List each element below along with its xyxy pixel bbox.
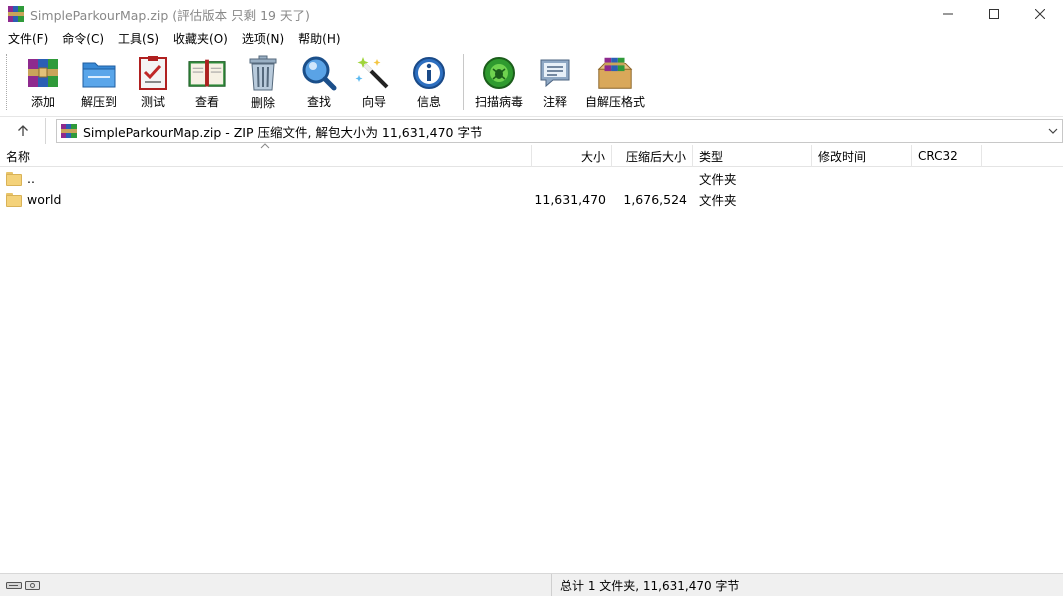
- column-header-type[interactable]: 类型: [693, 145, 812, 167]
- menu-commands[interactable]: 命令(C): [58, 30, 108, 47]
- item-name: world: [27, 192, 62, 207]
- address-bar-row: SimpleParkourMap.zip - ZIP 压缩文件, 解包大小为 1…: [0, 116, 1063, 144]
- menu-bar: 文件(F) 命令(C) 工具(S) 收藏夹(O) 选项(N) 帮助(H): [0, 28, 1063, 48]
- status-summary: 总计 1 文件夹, 11,631,470 字节: [560, 578, 740, 593]
- test-icon: [133, 54, 173, 91]
- virus-scan-button[interactable]: 扫描病毒: [470, 48, 528, 110]
- add-archive-icon: [23, 54, 63, 91]
- view-button[interactable]: 查看: [179, 48, 235, 110]
- item-packed-size: 1,676,524: [623, 192, 687, 207]
- column-header-modified[interactable]: 修改时间: [812, 145, 912, 167]
- minimize-icon: [943, 13, 953, 15]
- sort-ascending-icon: [260, 143, 270, 149]
- view-icon: [187, 54, 227, 91]
- zip-archive-icon: [61, 123, 77, 139]
- address-path: SimpleParkourMap.zip - ZIP 压缩文件, 解包大小为 1…: [83, 124, 483, 140]
- column-header-size[interactable]: 大小: [532, 145, 612, 167]
- address-field[interactable]: SimpleParkourMap.zip - ZIP 压缩文件, 解包大小为 1…: [56, 119, 1063, 143]
- delete-button[interactable]: 删除: [235, 48, 291, 110]
- list-item-parent[interactable]: .. 文件夹: [0, 168, 1063, 189]
- extract-to-button[interactable]: 解压到: [71, 48, 127, 110]
- wizard-button[interactable]: 向导: [347, 48, 401, 110]
- maximize-icon: [989, 9, 999, 19]
- sfx-button[interactable]: 自解压格式: [582, 48, 648, 110]
- wizard-icon: [354, 54, 394, 91]
- minimize-button[interactable]: [925, 0, 971, 28]
- winrar-app-icon[interactable]: [8, 6, 24, 22]
- address-dropdown-button[interactable]: [1046, 124, 1060, 138]
- find-icon: [299, 54, 339, 91]
- arrow-up-icon: [17, 124, 28, 136]
- folder-icon: [6, 192, 22, 207]
- chevron-down-icon: [1048, 128, 1058, 134]
- test-button[interactable]: 测试: [127, 48, 179, 110]
- toolbar: 添加 解压到 测试 查看 删除 查找 向导 信息 扫描病毒 注释 自解压格式: [0, 48, 1063, 114]
- status-indicators: [0, 573, 552, 596]
- find-button[interactable]: 查找: [291, 48, 347, 110]
- sfx-icon: [595, 54, 635, 91]
- close-icon: [1035, 9, 1045, 19]
- column-header-crc32[interactable]: CRC32: [912, 145, 982, 167]
- maximize-button[interactable]: [971, 0, 1017, 28]
- info-button[interactable]: 信息: [401, 48, 457, 110]
- toolbar-grip: [6, 54, 9, 110]
- menu-file[interactable]: 文件(F): [4, 30, 52, 47]
- window-title: SimpleParkourMap.zip (評估版本 只剩 19 天了): [30, 7, 310, 23]
- extract-to-icon: [79, 54, 119, 91]
- menu-favorites[interactable]: 收藏夹(O): [169, 30, 232, 47]
- comment-icon: [535, 54, 575, 91]
- add-button[interactable]: 添加: [15, 48, 71, 110]
- column-header-packed-size[interactable]: 压缩后大小: [612, 145, 693, 167]
- file-list-header: 名称 大小 压缩后大小 类型 修改时间 CRC32: [0, 143, 1063, 167]
- menu-help[interactable]: 帮助(H): [294, 30, 344, 47]
- file-list: .. 文件夹 world 11,631,470 1,676,524 文件夹: [0, 168, 1063, 572]
- close-button[interactable]: [1017, 0, 1063, 28]
- folder-icon: [6, 171, 22, 186]
- drive-status-icon: [6, 581, 40, 590]
- delete-icon: [243, 54, 283, 92]
- up-folder-button[interactable]: [0, 117, 46, 144]
- item-size: 11,631,470: [534, 192, 606, 207]
- menu-options[interactable]: 选项(N): [238, 30, 288, 47]
- list-item-world[interactable]: world 11,631,470 1,676,524 文件夹: [0, 189, 1063, 210]
- virus-scan-icon: [479, 54, 519, 91]
- item-name: ..: [27, 171, 35, 186]
- toolbar-separator: [463, 54, 464, 110]
- menu-tools[interactable]: 工具(S): [114, 30, 163, 47]
- comment-button[interactable]: 注释: [528, 48, 582, 110]
- item-type: 文件夹: [699, 193, 737, 208]
- item-type: 文件夹: [699, 172, 737, 187]
- title-bar: SimpleParkourMap.zip (評估版本 只剩 19 天了): [0, 0, 1063, 28]
- window-controls: [925, 0, 1063, 28]
- info-icon: [409, 54, 449, 91]
- column-header-name[interactable]: 名称: [0, 143, 532, 167]
- status-bar: 总计 1 文件夹, 11,631,470 字节: [0, 573, 1063, 596]
